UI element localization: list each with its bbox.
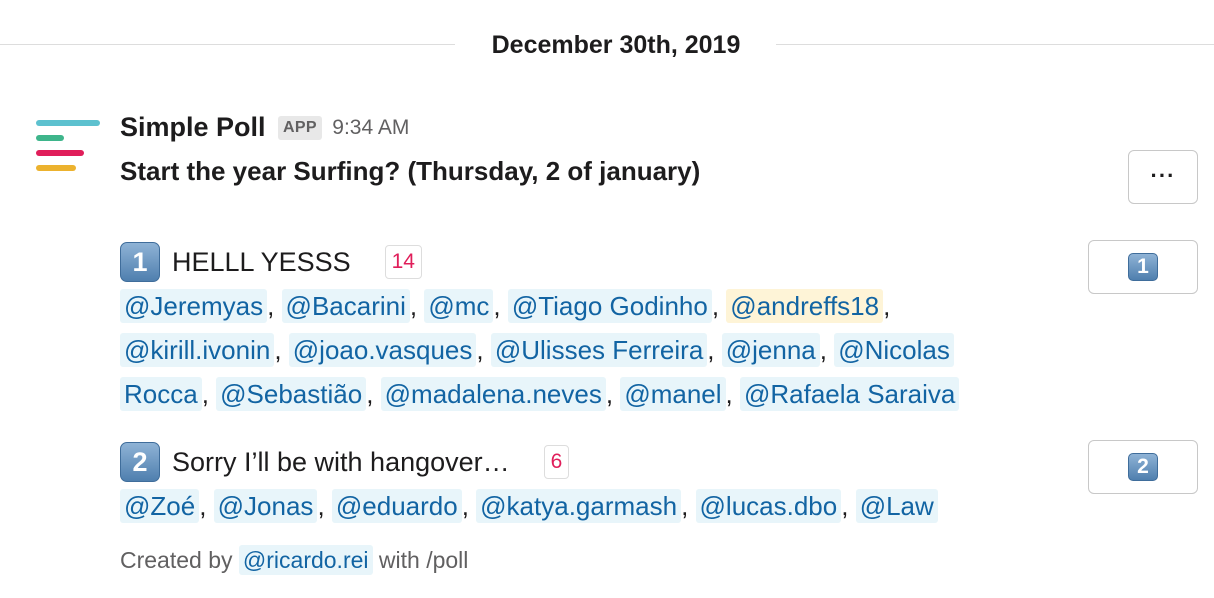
simple-poll-logo-icon[interactable] xyxy=(36,120,102,176)
poll-question: Start the year Surfing? (Thursday, 2 of … xyxy=(120,156,701,186)
footer-prefix: Created by xyxy=(120,547,233,573)
option-header: 2 Sorry I’ll be with hangover… 6 xyxy=(120,440,1080,484)
voter-mention[interactable]: @eduardo xyxy=(331,489,462,523)
voter-mention[interactable]: @Sebastião xyxy=(216,377,367,411)
logo-bar-cyan xyxy=(36,120,100,126)
app-badge: APP xyxy=(278,115,322,140)
option-text: HELLL YESSS xyxy=(172,246,351,277)
voter-mention[interactable]: @Rafaela Saraiva xyxy=(739,377,960,411)
vote-count: 6 xyxy=(543,445,570,479)
voter-mention[interactable]: @jenna xyxy=(721,333,820,367)
voter-mention[interactable]: @mc xyxy=(424,289,494,323)
keycap-one-icon: 1 xyxy=(1128,253,1158,281)
poll-option-1: 1 HELLL YESSS 14 @Jeremyas, @Bacarini, @… xyxy=(120,240,1080,416)
keycap-one-icon: 1 xyxy=(120,242,160,282)
footer-suffix: with /poll xyxy=(378,547,469,573)
vote-option-2-button[interactable]: 2 xyxy=(1088,440,1198,494)
voter-mention[interactable]: @Jeremyas xyxy=(120,289,268,323)
voter-mention-self[interactable]: @andreffs18 xyxy=(726,289,884,323)
vote-count: 14 xyxy=(384,245,422,279)
voter-list: @Jeremyas, @Bacarini, @mc, @Tiago Godinh… xyxy=(120,284,1080,416)
voter-list: @Zoé, @Jonas, @eduardo, @katya.garmash, … xyxy=(120,484,1080,528)
option-header: 1 HELLL YESSS 14 xyxy=(120,240,1080,284)
logo-bar-yellow xyxy=(36,165,76,171)
voter-mention[interactable]: @madalena.neves xyxy=(380,377,606,411)
more-actions-button[interactable]: ··· xyxy=(1128,150,1198,204)
voter-mention[interactable]: @kirill.ivonin xyxy=(120,333,275,367)
creator-mention[interactable]: @ricardo.rei xyxy=(238,545,373,575)
message-header: Simple Poll APP 9:34 AM xyxy=(120,112,409,148)
voter-mention[interactable]: @Nicolas xyxy=(834,333,954,367)
date-label[interactable]: December 30th, 2019 xyxy=(466,28,766,62)
voter-mention[interactable]: @joao.vasques xyxy=(288,333,477,367)
voter-mention[interactable]: @Jonas xyxy=(213,489,318,523)
message-timestamp[interactable]: 9:34 AM xyxy=(332,116,409,139)
voter-mention[interactable]: @Ulisses Ferreira xyxy=(490,333,708,367)
voter-mention[interactable]: @katya.garmash xyxy=(476,489,682,523)
voter-mention[interactable]: @Bacarini xyxy=(281,289,410,323)
vote-option-1-button[interactable]: 1 xyxy=(1088,240,1198,294)
logo-bar-red xyxy=(36,150,84,156)
divider-line-left xyxy=(0,44,455,45)
logo-bar-green xyxy=(36,135,64,141)
date-divider: December 30th, 2019 xyxy=(0,0,1214,90)
voter-mention[interactable]: @Law xyxy=(855,489,938,523)
voter-mention[interactable]: Rocca xyxy=(120,377,202,411)
divider-line-right xyxy=(776,44,1214,45)
voter-mention[interactable]: @lucas.dbo xyxy=(695,489,842,523)
voter-mention[interactable]: @Zoé xyxy=(120,489,200,523)
poll-footer: Created by @ricardo.rei with /poll xyxy=(120,542,468,578)
sender-name[interactable]: Simple Poll xyxy=(120,112,266,142)
keycap-two-icon: 2 xyxy=(1128,453,1158,481)
poll-option-2: 2 Sorry I’ll be with hangover… 6 @Zoé, @… xyxy=(120,440,1080,528)
keycap-two-icon: 2 xyxy=(120,442,160,482)
option-text: Sorry I’ll be with hangover… xyxy=(172,446,510,477)
voter-mention[interactable]: @Tiago Godinho xyxy=(507,289,712,323)
voter-mention[interactable]: @manel xyxy=(620,377,726,411)
